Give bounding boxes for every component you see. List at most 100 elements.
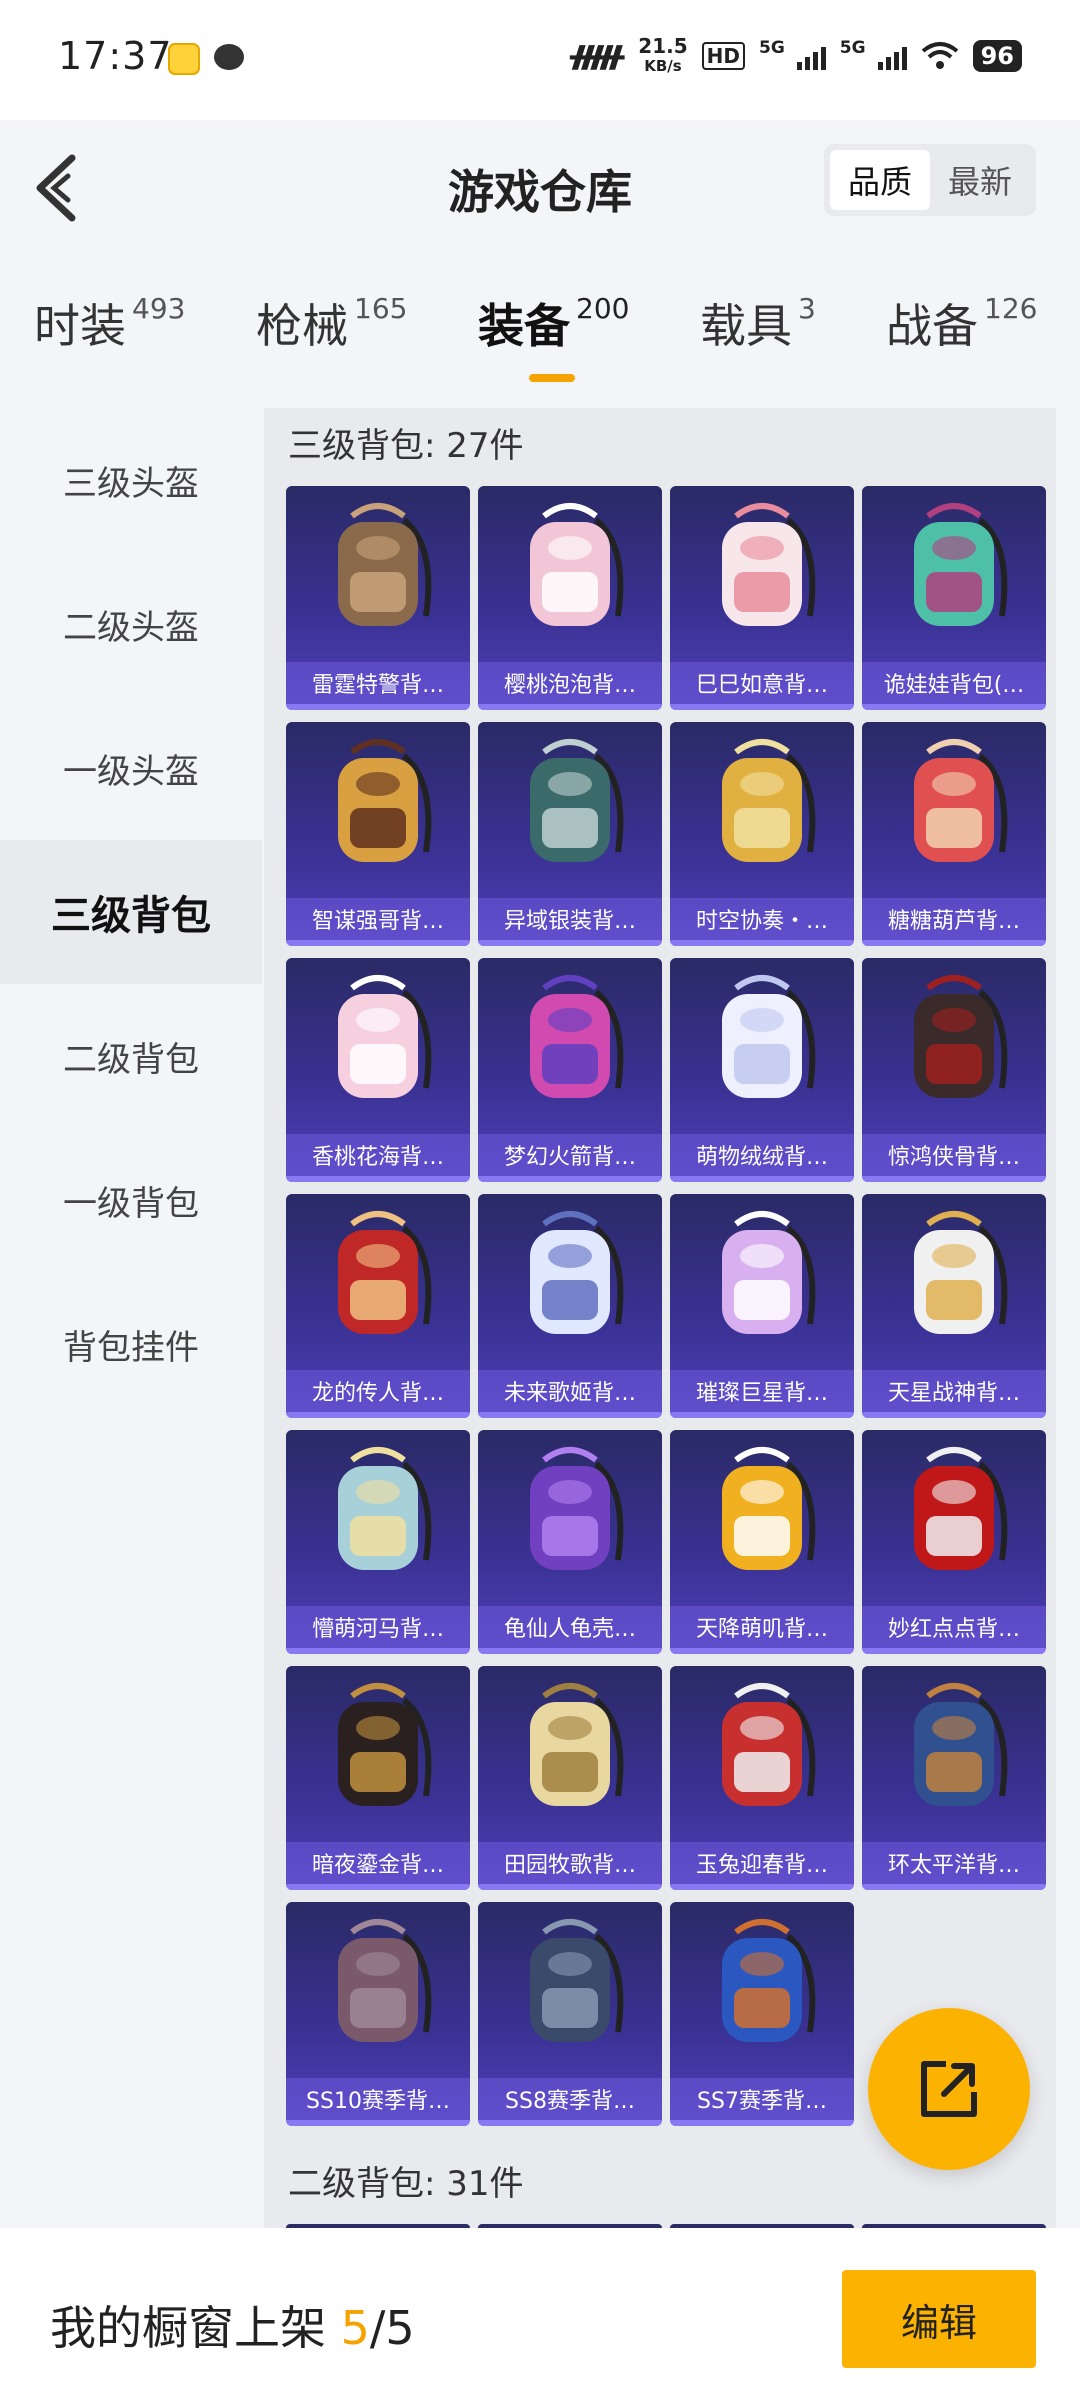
sort-toggle: 品质 最新 — [824, 144, 1036, 216]
backpack-image — [338, 503, 432, 626]
tab-fashion[interactable]: 时装 493 — [34, 290, 185, 356]
grid-item-name: 诡娃娃背包(… — [862, 662, 1046, 710]
grid-item[interactable]: 龙的传人背… — [286, 1194, 470, 1418]
rarity-strip — [670, 940, 854, 946]
grid-item[interactable]: 天降萌叽背… — [670, 1430, 854, 1654]
showcase-total-count: 5 — [385, 2301, 415, 2355]
backpack-image — [722, 1919, 816, 2042]
tab-firearms[interactable]: 枪械 165 — [256, 290, 407, 356]
backpack-image — [338, 1919, 432, 2042]
grid-item-name: 香桃花海背… — [286, 1134, 470, 1182]
grid-item[interactable]: SS8赛季背… — [478, 1902, 662, 2126]
item-grid-panel: 三级背包: 27件 雷霆特警背… 樱桃泡泡背… 巳巳如意背… 诡娃娃背包(… 智谋强哥背… — [264, 408, 1056, 2228]
grid-item[interactable]: 环太平洋背… — [862, 1666, 1046, 1890]
grid-item[interactable]: SS7赛季背… — [670, 1902, 854, 2126]
rarity-strip — [286, 1176, 470, 1182]
grid-item[interactable]: 龟仙人龟壳… — [478, 1430, 662, 1654]
backpack-image — [338, 975, 432, 1098]
rarity-strip — [478, 940, 662, 946]
grid-item-name: 惊鸿侠骨背… — [862, 1134, 1046, 1182]
grid-item[interactable]: 惊鸿侠骨背… — [862, 958, 1046, 1182]
backpack-image — [722, 1447, 816, 1570]
grid-item[interactable]: 香桃花海背… — [286, 958, 470, 1182]
share-button[interactable] — [868, 2008, 1030, 2170]
rarity-strip — [862, 704, 1046, 710]
rarity-strip — [478, 2120, 662, 2126]
tab-vehicles[interactable]: 载具 3 — [700, 290, 816, 356]
grid-item[interactable]: 异域银装背… — [478, 722, 662, 946]
rarity-strip — [670, 1412, 854, 1418]
grid-item[interactable]: 巳巳如意背… — [670, 486, 854, 710]
sidebar-item-level3-backpack[interactable]: 三级背包 — [0, 840, 262, 984]
grid-item-name: 梦幻火箭背… — [478, 1134, 662, 1182]
grid-item-name: 田园牧歌背… — [478, 1842, 662, 1890]
rarity-strip — [862, 1176, 1046, 1182]
grid-item-name: 樱桃泡泡背… — [478, 662, 662, 710]
grid-item[interactable]: 诡娃娃背包(… — [862, 486, 1046, 710]
grid-item[interactable]: 璀璨巨星背… — [670, 1194, 854, 1418]
grid-item[interactable]: 妙红点点背… — [862, 1430, 1046, 1654]
app-notification-icon — [168, 43, 200, 75]
sidebar-item-level3-helmet[interactable]: 三级头盔 — [0, 408, 262, 552]
tab-equipment[interactable]: 装备 200 — [478, 290, 629, 356]
active-tab-underline — [529, 374, 575, 382]
network-logo-icon: ᚏ — [570, 38, 625, 74]
grid-item[interactable]: 智谋强哥背… — [286, 722, 470, 946]
sidebar-item-level2-backpack[interactable]: 二级背包 — [0, 984, 262, 1128]
grid-item[interactable]: 玉兔迎春背… — [670, 1666, 854, 1890]
backpack-image — [338, 1211, 432, 1334]
rarity-strip — [670, 1176, 854, 1182]
grid-item[interactable]: 梦幻火箭背… — [478, 958, 662, 1182]
grid-item-name: 天降萌叽背… — [670, 1606, 854, 1654]
grid-item[interactable]: 未来歌姬背… — [478, 1194, 662, 1418]
section-title-level3-backpack: 三级背包: 27件 — [288, 426, 524, 466]
grid-item[interactable]: 暗夜鎏金背… — [286, 1666, 470, 1890]
grid-item[interactable]: 萌物绒绒背… — [670, 958, 854, 1182]
status-bar: 17:37 ᚏ 21.5 KB/s HD 5G 5G 96 — [0, 0, 1080, 120]
showcase-current-count: 5 — [340, 2301, 370, 2355]
backpack-image — [914, 1447, 1008, 1570]
backpack-image — [722, 1211, 816, 1334]
edit-button[interactable]: 编辑 — [842, 2270, 1036, 2368]
sort-quality-option[interactable]: 品质 — [830, 150, 930, 210]
tab-battle-gear[interactable]: 战备 126 — [886, 290, 1037, 356]
backpack-image — [914, 1211, 1008, 1334]
grid-item-name: 萌物绒绒背… — [670, 1134, 854, 1182]
sidebar-item-level1-backpack[interactable]: 一级背包 — [0, 1128, 262, 1272]
backpack-image — [530, 739, 624, 862]
grid-item[interactable]: 樱桃泡泡背… — [478, 486, 662, 710]
wifi-icon — [921, 42, 958, 69]
rarity-strip — [478, 1176, 662, 1182]
grid-item-name: 龟仙人龟壳… — [478, 1606, 662, 1654]
sort-newest-option[interactable]: 最新 — [930, 150, 1030, 210]
sidebar-item-backpack-pendant[interactable]: 背包挂件 — [0, 1272, 262, 1416]
rarity-strip — [670, 704, 854, 710]
rarity-strip — [286, 2120, 470, 2126]
grid-item-name: 巳巳如意背… — [670, 662, 854, 710]
grid-item-name: 未来歌姬背… — [478, 1370, 662, 1418]
signal-2-icon — [877, 42, 907, 70]
backpack-image — [722, 975, 816, 1098]
rarity-strip — [478, 704, 662, 710]
section-title-level2-backpack: 二级背包: 31件 — [288, 2164, 524, 2204]
grid-item-name: 雷霆特警背… — [286, 662, 470, 710]
rarity-strip — [670, 1648, 854, 1654]
grid-item[interactable]: 懵萌河马背… — [286, 1430, 470, 1654]
backpack-image — [338, 739, 432, 862]
grid-item[interactable]: 天星战神背… — [862, 1194, 1046, 1418]
grid-item[interactable]: SS10赛季背… — [286, 1902, 470, 2126]
grid-item-name: 智谋强哥背… — [286, 898, 470, 946]
grid-item[interactable]: 糖糖葫芦背… — [862, 722, 1046, 946]
category-tabs: 时装 493 枪械 165 装备 200 载具 3 战备 126 — [0, 290, 1080, 400]
grid-item[interactable]: 时空协奏・… — [670, 722, 854, 946]
sidebar-item-level2-helmet[interactable]: 二级头盔 — [0, 552, 262, 696]
grid-item-name: 龙的传人背… — [286, 1370, 470, 1418]
backpack-image — [530, 1683, 624, 1806]
backpack-image — [530, 1919, 624, 2042]
grid-item-name: 暗夜鎏金背… — [286, 1842, 470, 1890]
sidebar-item-level1-helmet[interactable]: 一级头盔 — [0, 696, 262, 840]
grid-item-name: SS7赛季背… — [670, 2078, 854, 2126]
grid-item[interactable]: 雷霆特警背… — [286, 486, 470, 710]
grid-item[interactable]: 田园牧歌背… — [478, 1666, 662, 1890]
signal-label-2: 5G — [839, 38, 866, 58]
